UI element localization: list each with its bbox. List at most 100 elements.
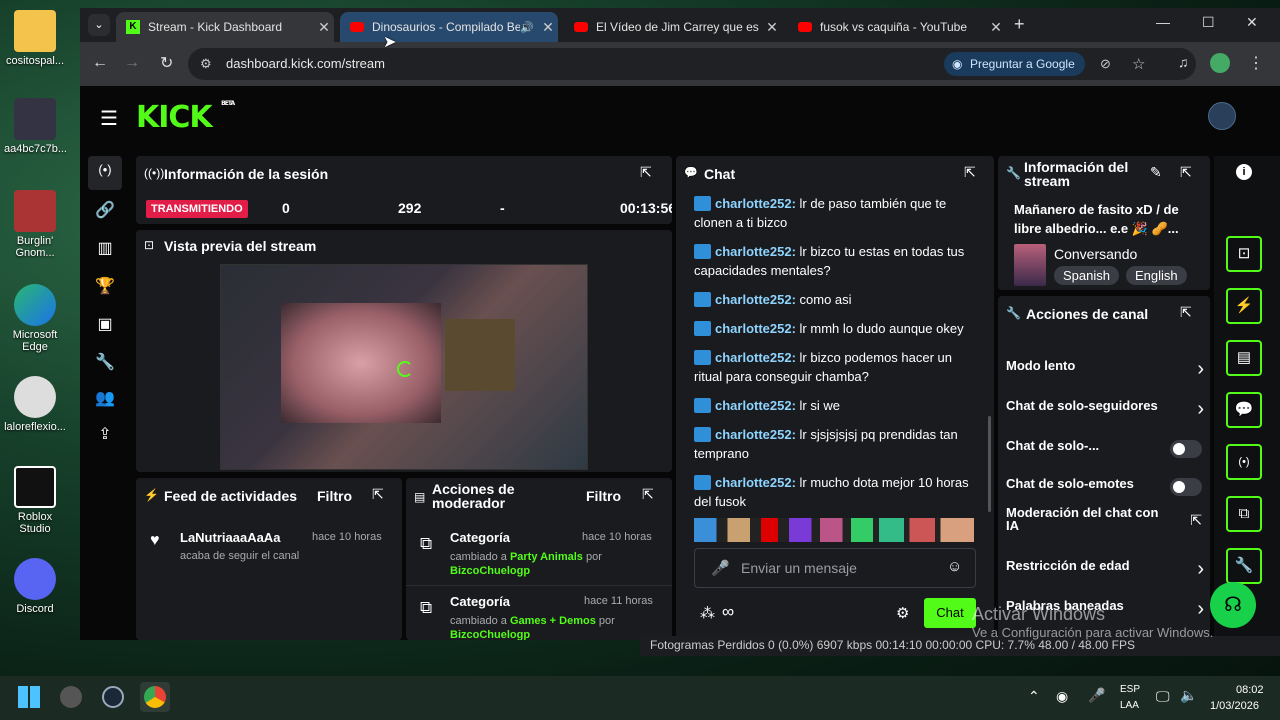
emote-bar[interactable]: [694, 518, 974, 542]
channel-action-row[interactable]: Moderación del chat con IA ⇱: [998, 506, 1210, 540]
minimize-button[interactable]: —: [1156, 14, 1170, 30]
popout-icon[interactable]: ⇱: [642, 486, 654, 503]
tab-dinosaurios[interactable]: Dinosaurios - Compilado Be 🔊 ✕: [340, 12, 558, 42]
edit-pencil-icon[interactable]: ✎: [1150, 164, 1162, 181]
popout-icon[interactable]: ⇱: [1180, 164, 1192, 181]
tag-spanish[interactable]: Spanish: [1054, 266, 1119, 285]
lang-indicator[interactable]: ESP: [1120, 684, 1140, 695]
tab-kick-dashboard[interactable]: K Stream - Kick Dashboard ✕: [116, 12, 334, 42]
back-button[interactable]: ←: [92, 54, 108, 72]
speaker-icon[interactable]: 🔊: [520, 21, 538, 34]
infinity-icon[interactable]: ∞: [722, 602, 734, 622]
close-tab-icon[interactable]: ✕: [762, 19, 782, 36]
chat-username[interactable]: charlotte252:: [715, 427, 796, 442]
microphone-icon[interactable]: 🎤: [711, 559, 730, 577]
chat-username[interactable]: charlotte252:: [715, 321, 796, 336]
rail-lightning-button[interactable]: ⚡: [1226, 288, 1262, 324]
desktop-icon-roblox[interactable]: Roblox Studio: [4, 466, 66, 535]
tab-search-button[interactable]: ⌄: [88, 14, 110, 36]
emoji-icon[interactable]: ☺: [947, 558, 962, 575]
popout-icon[interactable]: ⇱: [640, 164, 652, 181]
feed-user[interactable]: LaNutriaaaAaAa: [180, 530, 280, 545]
rail-chat-button[interactable]: 💬: [1226, 392, 1262, 428]
close-window-button[interactable]: ✕: [1246, 14, 1258, 31]
eye-off-icon[interactable]: ⊘: [1100, 56, 1111, 72]
hamburger-menu-icon[interactable]: ☰: [100, 106, 118, 131]
stream-preview-video[interactable]: [220, 264, 588, 470]
chat-send-button[interactable]: Chat: [924, 598, 976, 628]
address-bar[interactable]: ⚙ dashboard.kick.com/stream ◉ Preguntar a…: [188, 48, 1196, 80]
chat-username[interactable]: charlotte252:: [715, 292, 796, 307]
tray-app-icon[interactable]: ◉: [1056, 688, 1068, 705]
desktop-icon-image[interactable]: aa4bc7c7b...: [4, 98, 67, 155]
kick-logo[interactable]: KICK BETA: [136, 100, 235, 135]
popout-icon[interactable]: ⇱: [1180, 304, 1192, 321]
reload-button[interactable]: ↻: [160, 53, 173, 73]
desktop-icon-burglin[interactable]: Burglin' Gnom...: [4, 190, 66, 259]
video-icon[interactable]: ▣: [94, 314, 116, 336]
taskbar-app-icon[interactable]: [60, 686, 82, 708]
tray-mic-icon[interactable]: 🎤: [1088, 687, 1105, 704]
new-tab-button[interactable]: +: [1014, 14, 1025, 35]
channel-action-row[interactable]: Chat de solo-emotes: [998, 476, 1210, 506]
chat-settings-icon[interactable]: ⚙: [896, 604, 909, 622]
maximize-button[interactable]: ☐: [1202, 14, 1215, 31]
desktop-icon-edge[interactable]: Microsoft Edge: [4, 284, 66, 353]
bookmark-star-icon[interactable]: ☆: [1132, 55, 1145, 73]
forward-button[interactable]: →: [124, 54, 140, 72]
profile-avatar[interactable]: [1210, 53, 1230, 73]
user-avatar[interactable]: [1208, 102, 1236, 130]
upload-icon[interactable]: ⇪: [94, 424, 116, 446]
users-icon[interactable]: 👥: [94, 388, 116, 410]
clock-date[interactable]: 1/03/2026: [1210, 700, 1259, 712]
channel-action-row[interactable]: Modo lento ›: [998, 358, 1210, 388]
toggle-switch[interactable]: [1170, 478, 1202, 496]
chat-username[interactable]: charlotte252:: [715, 475, 796, 490]
tag-english[interactable]: English: [1126, 266, 1187, 285]
wrench-icon[interactable]: 🔧: [94, 352, 116, 374]
rail-notes-button[interactable]: ▤: [1226, 340, 1262, 376]
chat-input[interactable]: 🎤 Enviar un mensaje ☺: [694, 548, 976, 588]
network-icon[interactable]: 🖵: [1156, 688, 1170, 705]
volume-icon[interactable]: 🔈: [1180, 687, 1197, 704]
stream-live-icon[interactable]: (•): [94, 162, 116, 184]
trophy-icon[interactable]: 🏆: [94, 276, 116, 298]
chat-username[interactable]: charlotte252:: [715, 244, 796, 259]
info-icon[interactable]: i: [1236, 164, 1252, 180]
rail-scan-button[interactable]: ⊡: [1226, 236, 1262, 272]
clock-time[interactable]: 08:02: [1236, 684, 1264, 696]
popout-icon[interactable]: ⇱: [372, 486, 384, 503]
menu-kebab-icon[interactable]: ⋮: [1248, 53, 1264, 73]
steam-icon[interactable]: [102, 686, 124, 708]
channel-action-row[interactable]: Chat de solo-...: [998, 438, 1210, 468]
support-headset-button[interactable]: ☊: [1210, 582, 1256, 628]
chrome-icon[interactable]: [140, 682, 170, 712]
toggle-switch[interactable]: [1170, 440, 1202, 458]
media-controls-icon[interactable]: ♫: [1178, 54, 1189, 70]
feed-filter-button[interactable]: Filtro: [317, 488, 352, 504]
mod-filter-button[interactable]: Filtro: [586, 488, 621, 504]
chat-username[interactable]: charlotte252:: [715, 398, 796, 413]
channel-action-row[interactable]: Chat de solo-seguidores ›: [998, 398, 1210, 428]
tab-fusok[interactable]: fusok vs caquiña - YouTube ✕: [788, 12, 1006, 42]
chat-username[interactable]: charlotte252:: [715, 350, 796, 365]
link-icon[interactable]: 🔗: [94, 200, 116, 222]
rail-layout-button[interactable]: ⧉: [1226, 496, 1262, 532]
site-info-icon[interactable]: ⚙: [200, 56, 212, 72]
popout-icon[interactable]: ⇱: [964, 164, 976, 181]
tray-chevron-icon[interactable]: ⌃: [1028, 688, 1040, 705]
tab-jim-carrey[interactable]: El Vídeo de Jim Carrey que es e ✕: [564, 12, 782, 42]
windows-start-icon[interactable]: [18, 686, 40, 708]
desktop-icon-discord[interactable]: Discord: [4, 558, 66, 615]
close-tab-icon[interactable]: ✕: [986, 19, 1006, 36]
channel-action-row[interactable]: Restricción de edad ›: [998, 558, 1210, 588]
ask-google-button[interactable]: ◉ Preguntar a Google: [944, 52, 1085, 76]
close-tab-icon[interactable]: ✕: [314, 19, 334, 36]
desktop-icon-folder[interactable]: cositospal...: [4, 10, 66, 67]
chat-scrollbar[interactable]: [988, 416, 991, 512]
rail-wrench-button[interactable]: 🔧: [1226, 548, 1262, 584]
analytics-icon[interactable]: ▥: [94, 238, 116, 260]
desktop-icon-laloreflexio[interactable]: laloreflexio...: [4, 376, 66, 433]
stream-category[interactable]: Conversando: [1054, 246, 1137, 262]
chat-username[interactable]: charlotte252:: [715, 196, 796, 211]
